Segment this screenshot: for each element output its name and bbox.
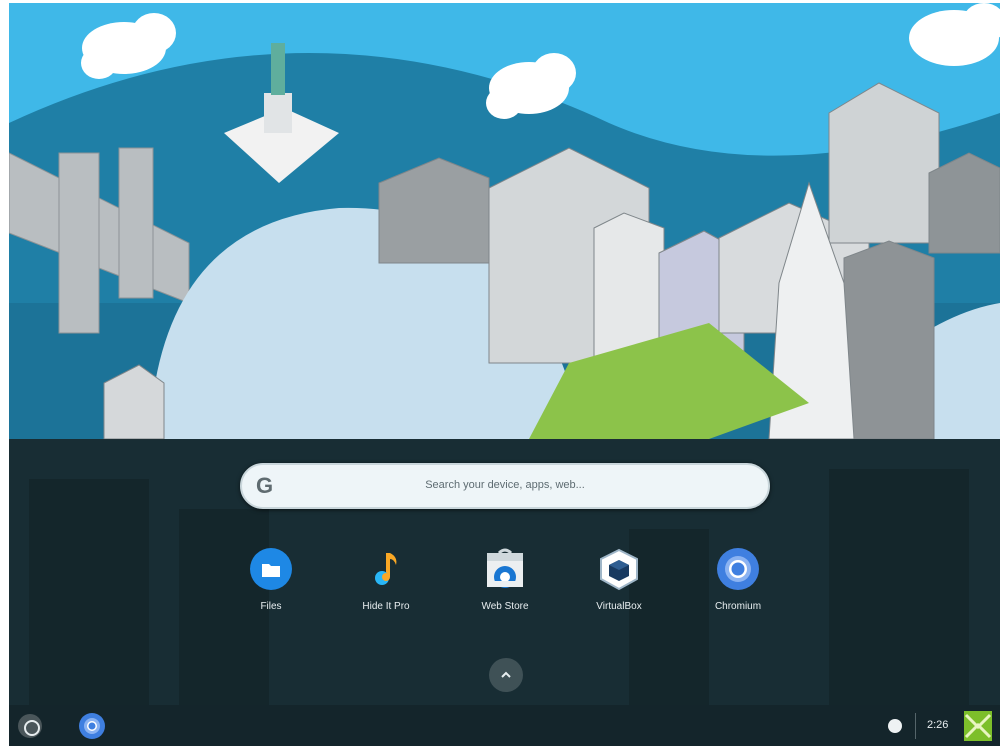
app-label: Hide It Pro bbox=[362, 601, 410, 612]
music-note-icon bbox=[364, 547, 408, 591]
expand-apps-button[interactable] bbox=[489, 658, 523, 692]
app-label: Web Store bbox=[481, 601, 529, 612]
avatar[interactable] bbox=[964, 711, 992, 741]
app-chromium[interactable]: Chromium bbox=[683, 547, 793, 612]
network-icon[interactable] bbox=[888, 719, 902, 733]
shelf-divider bbox=[915, 713, 916, 739]
chromium-icon bbox=[716, 547, 760, 591]
clock[interactable]: 2:26 bbox=[927, 719, 948, 731]
app-label: VirtualBox bbox=[596, 601, 642, 612]
shelf: 2:26 bbox=[9, 705, 1000, 746]
app-launcher: G Search your device, apps, web... Files bbox=[9, 439, 1000, 705]
files-icon bbox=[249, 547, 293, 591]
app-label: Chromium bbox=[714, 601, 762, 612]
desktop-screen: G Search your device, apps, web... Files bbox=[9, 3, 1000, 746]
app-hide-it-pro[interactable]: Hide It Pro bbox=[331, 547, 441, 612]
virtualbox-icon bbox=[597, 547, 641, 591]
chevron-up-icon bbox=[501, 671, 511, 678]
app-label: Files bbox=[260, 601, 282, 612]
shelf-chromium-icon[interactable] bbox=[78, 712, 106, 740]
launcher-button[interactable] bbox=[18, 714, 42, 738]
app-files[interactable]: Files bbox=[216, 547, 326, 612]
search-placeholder: Search your device, apps, web... bbox=[425, 479, 585, 491]
app-web-store[interactable]: Web Store bbox=[450, 547, 560, 612]
search-input[interactable]: G Search your device, apps, web... bbox=[240, 463, 770, 509]
app-virtualbox[interactable]: VirtualBox bbox=[564, 547, 674, 612]
web-store-icon bbox=[483, 547, 527, 591]
